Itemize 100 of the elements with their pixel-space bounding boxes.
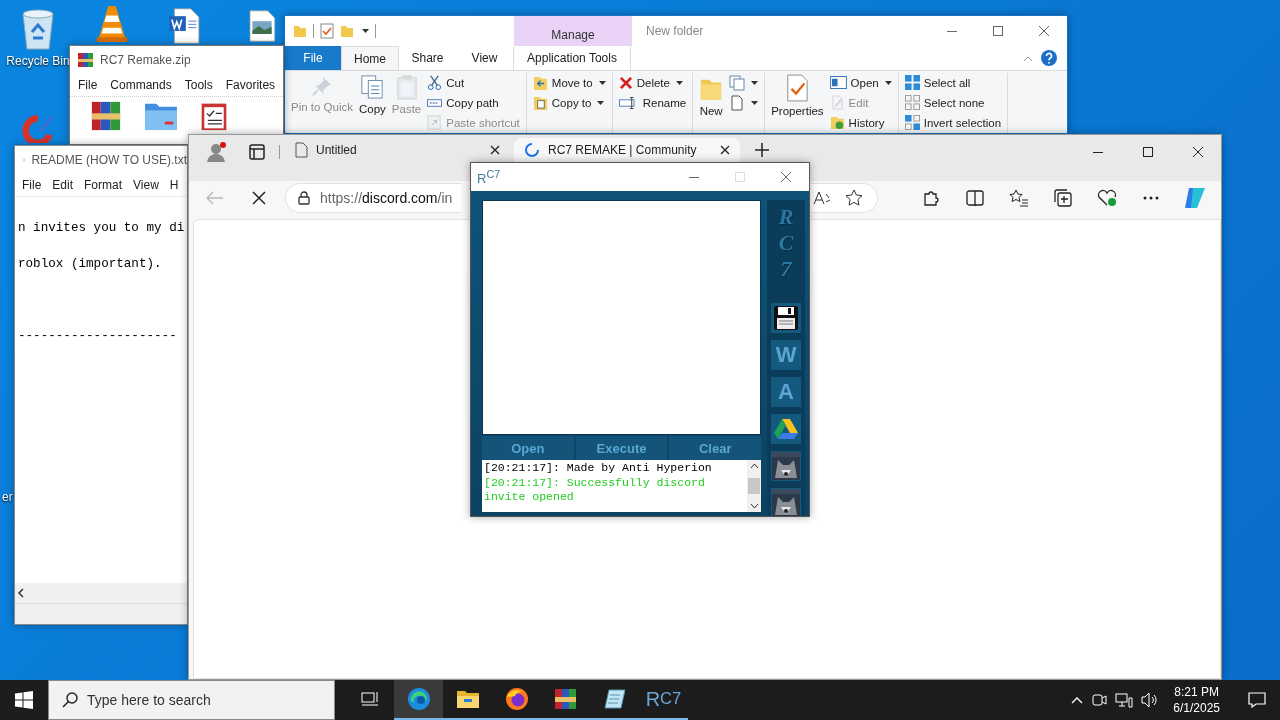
- books-icon: [78, 52, 94, 68]
- properties-icon: [785, 74, 810, 102]
- books-icon[interactable]: [90, 101, 122, 131]
- brand-logo: RC7: [777, 204, 795, 282]
- clock[interactable]: 8:21 PM 6/1/2025: [1167, 684, 1226, 716]
- ribbon-button[interactable]: Select none: [902, 93, 1004, 112]
- puzzle-icon: [922, 189, 940, 207]
- ribbon-tab[interactable]: Home: [341, 46, 399, 70]
- ribbon-icon-button[interactable]: [727, 73, 761, 92]
- menu-item[interactable]: Edit: [52, 178, 74, 192]
- task-view-icon: [360, 692, 379, 708]
- ribbon-button[interactable]: Copy path: [425, 93, 522, 112]
- folder-icon[interactable]: [144, 101, 178, 131]
- path-icon: [427, 96, 443, 109]
- address-bar[interactable]: https://discord.com/in: [285, 183, 461, 213]
- menu-item[interactable]: Tools: [184, 78, 213, 92]
- close-icon[interactable]: [490, 145, 500, 155]
- favorites-icon: [1009, 189, 1029, 207]
- taskbar-app[interactable]: [394, 680, 443, 720]
- profile-icon: [206, 141, 228, 163]
- volume-icon[interactable]: [1141, 692, 1160, 708]
- menu-item[interactable]: File: [78, 78, 98, 92]
- desktop-icon-label[interactable]: er: [2, 490, 13, 504]
- edge-icon: [406, 687, 431, 711]
- loading-spinner-icon: [524, 142, 540, 158]
- scrollbar-thumb[interactable]: [748, 478, 761, 494]
- clipboard-icon: [395, 74, 418, 100]
- menu-item[interactable]: H: [169, 178, 179, 192]
- scroll-up-icon[interactable]: [749, 463, 759, 469]
- ribbon-button[interactable]: Move to: [530, 73, 608, 92]
- horizontal-scrollbar[interactable]: [15, 583, 187, 604]
- menu-item[interactable]: View: [133, 178, 159, 192]
- caret-icon: [598, 80, 606, 85]
- word-document-icon[interactable]: [168, 8, 202, 44]
- drive-button[interactable]: [771, 414, 802, 444]
- tab-actions-icon: [249, 144, 265, 160]
- caret-icon: [751, 80, 759, 85]
- ribbon-button[interactable]: Invert selection: [902, 113, 1004, 132]
- search-field[interactable]: Type here to search: [48, 680, 335, 720]
- image-button[interactable]: [771, 488, 802, 516]
- triangle-logo-icon: [774, 418, 799, 440]
- help-icon[interactable]: [1041, 50, 1057, 66]
- menu-item[interactable]: Favorites: [225, 78, 276, 92]
- ribbon-tab[interactable]: View: [456, 46, 513, 70]
- close-icon: [1039, 26, 1049, 36]
- ribbon-tab[interactable]: File: [285, 46, 341, 70]
- menu-item[interactable]: Format: [84, 178, 123, 192]
- checklist-icon[interactable]: [320, 23, 334, 39]
- maximize-icon: [993, 26, 1003, 36]
- save-button[interactable]: [771, 303, 802, 333]
- edit-icon: [829, 95, 845, 110]
- close-icon[interactable]: [720, 145, 730, 155]
- caret-icon: [597, 100, 605, 105]
- ribbon-tab[interactable]: Share: [399, 46, 456, 70]
- windows-logo-icon: [15, 691, 33, 709]
- desktop-icon-label[interactable]: Recycle Bin: [6, 54, 70, 68]
- caret-icon: [675, 80, 683, 85]
- ribbon-button[interactable]: Copy to: [530, 93, 608, 112]
- ribbon-button[interactable]: Open: [827, 73, 894, 92]
- browser-tab[interactable]: Untitled: [284, 138, 510, 162]
- star-icon[interactable]: [845, 189, 863, 207]
- new-item-icon: [729, 74, 746, 91]
- menu-item[interactable]: Commands: [110, 78, 172, 92]
- ribbon-button[interactable]: Select all: [902, 73, 1004, 92]
- browser-tab[interactable]: RC7 REMAKE | Community: [514, 138, 740, 162]
- ribbon-button[interactable]: History: [827, 113, 894, 132]
- caret-icon: [751, 100, 759, 105]
- log-line: [20:21:17]: Made by Anti Hyperion: [484, 461, 713, 476]
- pin-icon: [310, 74, 334, 98]
- camera-icon[interactable]: [1091, 692, 1108, 708]
- split-screen-icon: [966, 190, 984, 206]
- image-file-icon[interactable]: [248, 10, 276, 42]
- scroll-down-icon[interactable]: [749, 503, 759, 509]
- traffic-cone-icon[interactable]: [94, 4, 130, 42]
- network-icon[interactable]: [1115, 692, 1134, 708]
- chevron-up-icon[interactable]: [1071, 696, 1084, 704]
- text-line: ---------------------: [18, 328, 177, 345]
- search-icon: [62, 692, 78, 708]
- ribbon-button[interactable]: Rename: [616, 93, 689, 112]
- ribbon-button[interactable]: Properties: [769, 73, 826, 118]
- collapse-icon[interactable]: [1023, 56, 1033, 62]
- read-aloud-icon[interactable]: [813, 191, 831, 205]
- lock-icon: [298, 191, 310, 205]
- window-title: New folder: [645, 23, 705, 40]
- recycle-bin-icon[interactable]: [20, 8, 56, 50]
- ribbon-tab[interactable]: Application Tools: [513, 46, 631, 70]
- close-icon: [781, 172, 791, 182]
- context-tab-group: Manage: [514, 16, 632, 46]
- chat-bubble-icon: [1248, 692, 1266, 708]
- ribbon-button[interactable]: Cut: [425, 73, 522, 92]
- ribbon-button[interactable]: Delete: [616, 73, 689, 92]
- open-icon: [829, 76, 847, 89]
- document-icon: [729, 94, 746, 111]
- maximize-icon: [735, 172, 745, 182]
- image-button[interactable]: [771, 451, 802, 481]
- ribbon-button[interactable]: Copy: [357, 73, 388, 116]
- scroll-left-icon[interactable]: [17, 588, 25, 598]
- ribbon-button[interactable]: New: [697, 73, 726, 118]
- menu-item[interactable]: File: [22, 178, 42, 192]
- checklist-icon[interactable]: [200, 101, 228, 131]
